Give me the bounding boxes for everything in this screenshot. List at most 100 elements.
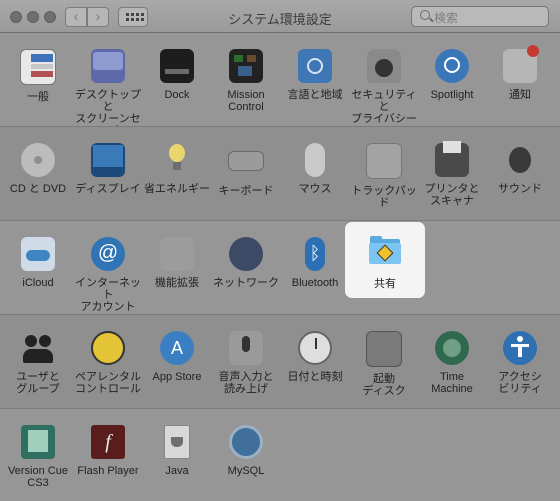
sound-icon [503, 143, 537, 177]
pane-dictation-speech[interactable]: 音声入力と 読み上げ [210, 331, 282, 395]
pane-label: サウンド [498, 183, 542, 195]
pane-network[interactable]: ネットワーク [210, 237, 282, 289]
dictation-speech-icon [229, 331, 263, 365]
security-icon [367, 49, 401, 83]
pane-app-store[interactable]: A App Store [141, 331, 213, 383]
pane-label: Bluetooth [291, 277, 339, 289]
section-hardware: CD と DVD ディスプレイ 省エネルギー キーボード マウス トラックパッド… [0, 127, 560, 220]
trackpad-icon [366, 143, 402, 179]
pane-label: トラックパッド [351, 185, 417, 209]
pane-label: Mission Control [227, 89, 265, 113]
pane-cd-dvd[interactable]: CD と DVD [2, 143, 74, 195]
pane-energy-saver[interactable]: 省エネルギー [141, 143, 213, 195]
pane-label: 起動 ディスク [362, 373, 406, 397]
mission-control-icon [229, 49, 263, 83]
pane-label: 一般 [27, 91, 49, 103]
pane-label: アクセシ ビリティ [498, 371, 542, 395]
pane-sharing[interactable]: 共有 [345, 222, 425, 298]
pane-parental-controls[interactable]: ペアレンタル コントロール [72, 331, 144, 395]
section-other: Version Cue CS3 f Flash Player Java MySQ… [0, 409, 560, 501]
pane-label: 言語と地域 [287, 89, 343, 101]
pane-icloud[interactable]: iCloud [2, 237, 74, 289]
pane-java[interactable]: Java [141, 425, 213, 477]
pane-spotlight[interactable]: Spotlight [416, 49, 488, 101]
search-icon [420, 10, 430, 20]
pane-label: マウス [298, 183, 332, 195]
pane-internet-accounts[interactable]: @ インターネット アカウント [72, 237, 144, 313]
pane-desktop-screensaver[interactable]: デスクトップと スクリーンセーバ [72, 49, 144, 137]
pane-keyboard[interactable]: キーボード [210, 143, 282, 197]
pane-mouse[interactable]: マウス [279, 143, 351, 195]
pane-label: ユーザと グループ [16, 371, 60, 395]
flash-player-icon: f [91, 425, 125, 459]
pane-label: 通知 [509, 89, 531, 101]
pane-dock[interactable]: Dock [141, 49, 213, 101]
language-region-icon [298, 49, 332, 83]
pane-label: CD と DVD [9, 183, 67, 195]
pane-version-cue[interactable]: Version Cue CS3 [2, 425, 74, 489]
pane-label: Time Machine [431, 371, 473, 395]
section-internet: iCloud @ インターネット アカウント 機能拡張 ネットワーク ᛒ Blu… [0, 221, 560, 314]
pane-trackpad[interactable]: トラックパッド [348, 143, 420, 209]
pane-sound[interactable]: サウンド [484, 143, 556, 195]
mysql-icon [229, 425, 263, 459]
pane-label: セキュリティと プライバシー [351, 89, 417, 125]
search-field[interactable]: 検索 [411, 6, 549, 27]
section-system: ユーザと グループ ペアレンタル コントロール A App Store 音声入力… [0, 315, 560, 408]
users-groups-icon [21, 331, 55, 365]
pane-flash-player[interactable]: f Flash Player [72, 425, 144, 477]
mouse-icon [305, 143, 325, 177]
pane-label: iCloud [22, 277, 54, 289]
icloud-icon [21, 237, 55, 271]
desktop-icon [91, 49, 125, 83]
pane-security-privacy[interactable]: セキュリティと プライバシー [348, 49, 420, 125]
pane-general[interactable]: 一般 [2, 49, 74, 103]
section-personal: 一般 デスクトップと スクリーンセーバ Dock Mission Control… [0, 33, 560, 137]
pane-printers-scanners[interactable]: プリンタと スキャナ [416, 141, 488, 207]
app-store-icon: A [160, 331, 194, 365]
extensions-icon [160, 237, 194, 271]
pane-label: 音声入力と 読み上げ [218, 371, 274, 395]
pane-label: ディスプレイ [75, 183, 141, 195]
display-icon [91, 143, 125, 177]
cd-dvd-icon [21, 143, 55, 177]
pane-time-machine[interactable]: Time Machine [416, 331, 488, 395]
bluetooth-icon: ᛒ [305, 237, 325, 271]
date-time-icon [298, 331, 332, 365]
search-placeholder: 検索 [434, 11, 459, 25]
sharing-folder-icon [368, 234, 402, 268]
startup-disk-icon [366, 331, 402, 367]
pane-label: 省エネルギー [144, 183, 210, 195]
energy-saver-icon [160, 143, 194, 177]
internet-accounts-icon: @ [91, 237, 125, 271]
pane-label: 共有 [374, 278, 396, 290]
pane-label: インターネット アカウント [75, 277, 141, 313]
pane-mission-control[interactable]: Mission Control [210, 49, 282, 113]
version-cue-icon [21, 425, 55, 459]
pane-language-region[interactable]: 言語と地域 [279, 49, 351, 101]
pane-accessibility[interactable]: アクセシ ビリティ [484, 331, 556, 395]
pane-startup-disk[interactable]: 起動 ディスク [348, 331, 420, 397]
pane-display[interactable]: ディスプレイ [72, 143, 144, 195]
pane-label: Flash Player [77, 465, 139, 477]
keyboard-icon [228, 151, 264, 171]
network-icon [229, 237, 263, 271]
pane-mysql[interactable]: MySQL [210, 425, 282, 477]
java-icon [164, 425, 190, 459]
pane-notifications[interactable]: 通知 [484, 45, 556, 101]
pane-label: App Store [152, 371, 202, 383]
dock-icon [160, 49, 194, 83]
pane-label: プリンタと スキャナ [424, 183, 480, 207]
pane-bluetooth[interactable]: ᛒ Bluetooth [279, 237, 351, 289]
pane-label: ペアレンタル コントロール [75, 371, 141, 395]
pane-extensions[interactable]: 機能拡張 [141, 237, 213, 289]
pane-label: Version Cue CS3 [8, 465, 68, 489]
pane-users-groups[interactable]: ユーザと グループ [2, 331, 74, 395]
time-machine-icon [435, 331, 469, 365]
general-icon [20, 49, 56, 85]
pane-label: Spotlight [430, 89, 474, 101]
printer-icon [435, 141, 469, 177]
pane-label: Java [165, 465, 189, 477]
pane-date-time[interactable]: 日付と時刻 [279, 331, 351, 383]
pane-label: 機能拡張 [155, 277, 199, 289]
